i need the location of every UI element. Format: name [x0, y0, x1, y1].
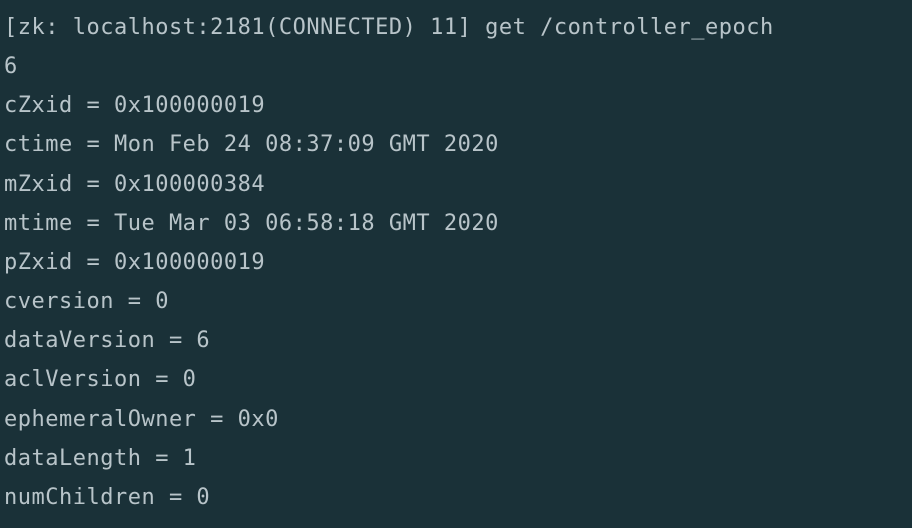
output-mzxid: mZxid = 0x100000384 — [4, 165, 908, 204]
output-ctime: ctime = Mon Feb 24 08:37:09 GMT 2020 — [4, 125, 908, 164]
output-cversion: cversion = 0 — [4, 282, 908, 321]
prompt-line[interactable]: [zk: localhost:2181(CONNECTED) 11] get /… — [4, 8, 908, 47]
output-datalength: dataLength = 1 — [4, 439, 908, 478]
output-czxid: cZxid = 0x100000019 — [4, 86, 908, 125]
output-value: 6 — [4, 47, 908, 86]
output-aclversion: aclVersion = 0 — [4, 360, 908, 399]
shell-command: get /controller_epoch — [485, 15, 774, 40]
output-numchildren: numChildren = 0 — [4, 478, 908, 517]
output-mtime: mtime = Tue Mar 03 06:58:18 GMT 2020 — [4, 204, 908, 243]
shell-prompt: [zk: localhost:2181(CONNECTED) 11] — [4, 15, 485, 40]
output-dataversion: dataVersion = 6 — [4, 321, 908, 360]
output-ephemeralowner: ephemeralOwner = 0x0 — [4, 400, 908, 439]
output-pzxid: pZxid = 0x100000019 — [4, 243, 908, 282]
